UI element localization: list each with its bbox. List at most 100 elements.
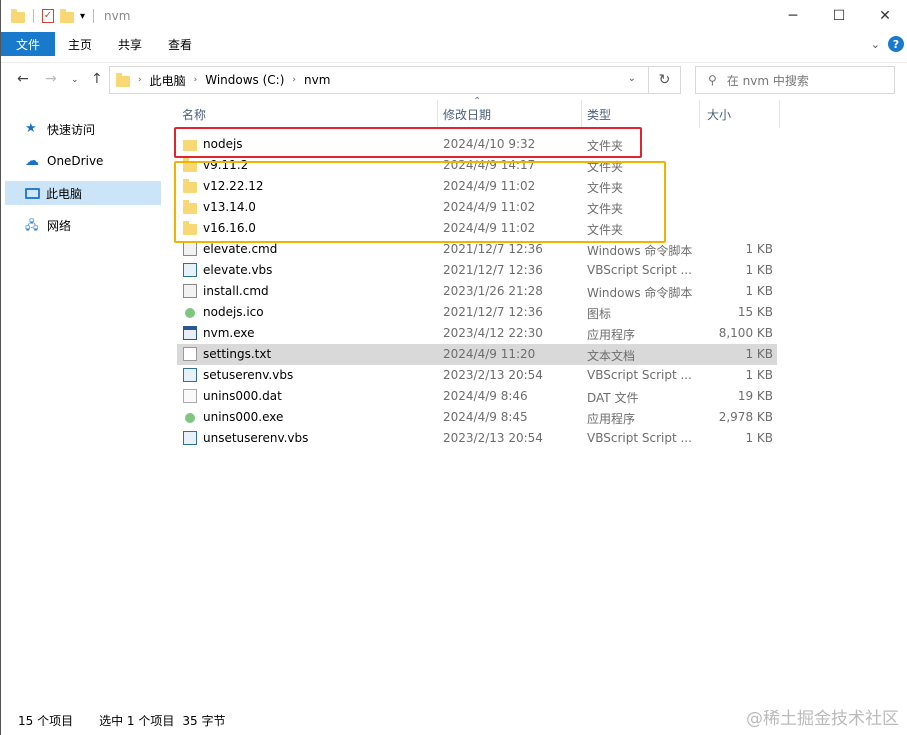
ico-file-icon <box>185 308 195 318</box>
refresh-icon[interactable]: ↻ <box>649 66 681 94</box>
highlight-box-yellow <box>174 161 666 243</box>
file-date: 2023/4/12 22:30 <box>443 326 543 340</box>
nav-item-network[interactable]: 🖧 网络 <box>5 213 161 237</box>
network-icon: 🖧 <box>25 218 39 232</box>
up-icon[interactable]: ↑ <box>91 71 103 87</box>
file-type: VBScript Script ... <box>587 431 692 445</box>
file-name: install.cmd <box>203 284 269 298</box>
file-date: 2024/4/9 8:45 <box>443 410 528 424</box>
tab-file[interactable]: 文件 <box>1 32 56 56</box>
nav-item-quick-access[interactable]: ★ 快速访问 <box>5 117 161 141</box>
file-type: Windows 命令脚本 <box>587 286 693 300</box>
file-date: 2021/12/7 12:36 <box>443 263 543 277</box>
file-size: 1 KB <box>745 431 773 445</box>
help-icon[interactable]: ? <box>888 36 904 52</box>
ico-file-icon <box>185 413 195 423</box>
vbs-file-icon <box>183 431 197 445</box>
file-type: VBScript Script ... <box>587 368 692 382</box>
file-size: 19 KB <box>737 389 773 403</box>
file-date: 2021/12/7 12:36 <box>443 242 543 256</box>
file-name: nvm.exe <box>203 326 255 340</box>
file-row[interactable]: unins000.dat 2024/4/9 8:46 DAT 文件 19 KB <box>177 386 777 407</box>
customize-dropdown-icon[interactable]: ▾ <box>80 11 85 22</box>
file-type: 文本文档 <box>587 349 636 363</box>
tab-view[interactable]: 查看 <box>155 32 205 56</box>
dat-file-icon <box>183 389 197 403</box>
file-date: 2023/1/26 21:28 <box>443 284 543 298</box>
file-date: 2023/2/13 20:54 <box>443 431 543 445</box>
column-name[interactable]: 名称 <box>182 100 437 128</box>
tab-share[interactable]: 共享 <box>105 32 155 56</box>
explorer-window: ✓ ▾ nvm ─ ☐ ✕ 文件 主页 共享 查看 ⌄ ? ← → ⌄ ↑ › … <box>0 0 907 735</box>
file-size: 1 KB <box>745 368 773 382</box>
address-row: ← → ⌄ ↑ › 此电脑 › Windows (C:) › nvm ⌄ ↻ ⚲… <box>1 62 907 94</box>
file-size: 15 KB <box>737 305 773 319</box>
window-title: nvm <box>104 9 131 23</box>
file-row[interactable]: settings.txt 2024/4/9 11:20 文本文档 1 KB <box>177 344 777 365</box>
nav-item-this-pc[interactable]: 此电脑 <box>5 181 161 205</box>
file-type: VBScript Script ... <box>587 263 692 277</box>
file-name: elevate.cmd <box>203 242 278 256</box>
title-bar: ✓ ▾ nvm ─ ☐ ✕ <box>1 0 907 32</box>
file-size: 2,978 KB <box>718 410 773 424</box>
vbs-file-icon <box>183 263 197 277</box>
breadcrumb-nvm[interactable]: nvm <box>304 73 330 87</box>
computer-icon <box>25 187 40 199</box>
file-row[interactable]: unins000.exe 2024/4/9 8:45 应用程序 2,978 KB <box>177 407 777 428</box>
search-input[interactable]: ⚲ 在 nvm 中搜索 <box>695 66 895 94</box>
file-row[interactable]: install.cmd 2023/1/26 21:28 Windows 命令脚本 1 … <box>177 281 777 302</box>
file-size: 1 KB <box>745 347 773 361</box>
file-size: 8,100 KB <box>718 326 773 340</box>
properties-icon[interactable]: ✓ <box>42 9 54 23</box>
file-type: 应用程序 <box>587 412 636 426</box>
file-row[interactable]: elevate.vbs 2021/12/7 12:36 VBScript Scrip… <box>177 260 777 281</box>
breadcrumb-drive[interactable]: Windows (C:) <box>205 73 284 87</box>
star-icon: ★ <box>25 121 37 136</box>
file-row[interactable]: nvm.exe 2023/4/12 22:30 应用程序 8,100 KB <box>177 323 777 344</box>
address-dropdown-icon[interactable]: ⌄ <box>628 73 636 84</box>
file-name: nodejs.ico <box>203 305 264 319</box>
column-type[interactable]: 类型 <box>587 100 697 128</box>
forward-icon[interactable]: → <box>45 71 57 87</box>
exe-file-icon <box>183 326 197 340</box>
address-bar[interactable]: › 此电脑 › Windows (C:) › nvm ⌄ <box>109 66 649 94</box>
maximize-button[interactable]: ☐ <box>816 0 862 32</box>
file-date: 2023/2/13 20:54 <box>443 368 543 382</box>
txt-file-icon <box>183 347 197 361</box>
folder-icon <box>116 72 130 87</box>
expand-ribbon-icon[interactable]: ⌄ <box>871 38 880 51</box>
file-date: 2024/4/9 8:46 <box>443 389 528 403</box>
cmd-file-icon <box>183 284 197 298</box>
cloud-icon: ☁ <box>25 153 39 169</box>
close-button[interactable]: ✕ <box>862 0 907 32</box>
file-name: settings.txt <box>203 347 272 361</box>
back-icon[interactable]: ← <box>17 71 29 87</box>
file-row[interactable]: unsetuserenv.vbs 2023/2/13 20:54 VBScript … <box>177 428 777 449</box>
column-date[interactable]: 修改日期 <box>443 100 581 128</box>
search-icon: ⚲ <box>708 73 717 87</box>
column-headers: ⌃ 名称 修改日期 类型 大小 <box>173 96 783 128</box>
file-name: setuserenv.vbs <box>203 368 294 382</box>
breadcrumb-this-pc[interactable]: 此电脑 <box>150 72 186 89</box>
recent-dropdown-icon[interactable]: ⌄ <box>71 75 79 85</box>
file-row[interactable]: nodejs.ico 2021/12/7 12:36 图标 15 KB <box>177 302 777 323</box>
file-date: 2024/4/9 11:20 <box>443 347 536 361</box>
file-size: 1 KB <box>745 284 773 298</box>
nav-item-onedrive[interactable]: ☁ OneDrive <box>5 149 161 173</box>
file-type: 图标 <box>587 307 612 321</box>
file-row[interactable]: setuserenv.vbs 2023/2/13 20:54 VBScript Sc… <box>177 365 777 386</box>
tab-home[interactable]: 主页 <box>55 32 105 56</box>
selection-size: 35 字节 <box>182 713 226 728</box>
selection-count: 选中 1 个项目 <box>99 713 175 728</box>
vbs-file-icon <box>183 368 197 382</box>
quick-access-toolbar: ✓ ▾ <box>11 8 96 23</box>
watermark: @稀土掘金技术社区 <box>746 709 899 729</box>
new-folder-icon[interactable] <box>60 8 74 23</box>
file-type: DAT 文件 <box>587 391 639 405</box>
minimize-button[interactable]: ─ <box>770 0 816 32</box>
navigation-pane: ★ 快速访问 ☁ OneDrive 此电脑 🖧 网络 <box>1 100 166 700</box>
file-type: Windows 命令脚本 <box>587 244 693 258</box>
file-name: unins000.exe <box>203 410 284 424</box>
file-name: elevate.vbs <box>203 263 273 277</box>
column-size[interactable]: 大小 <box>707 100 777 128</box>
